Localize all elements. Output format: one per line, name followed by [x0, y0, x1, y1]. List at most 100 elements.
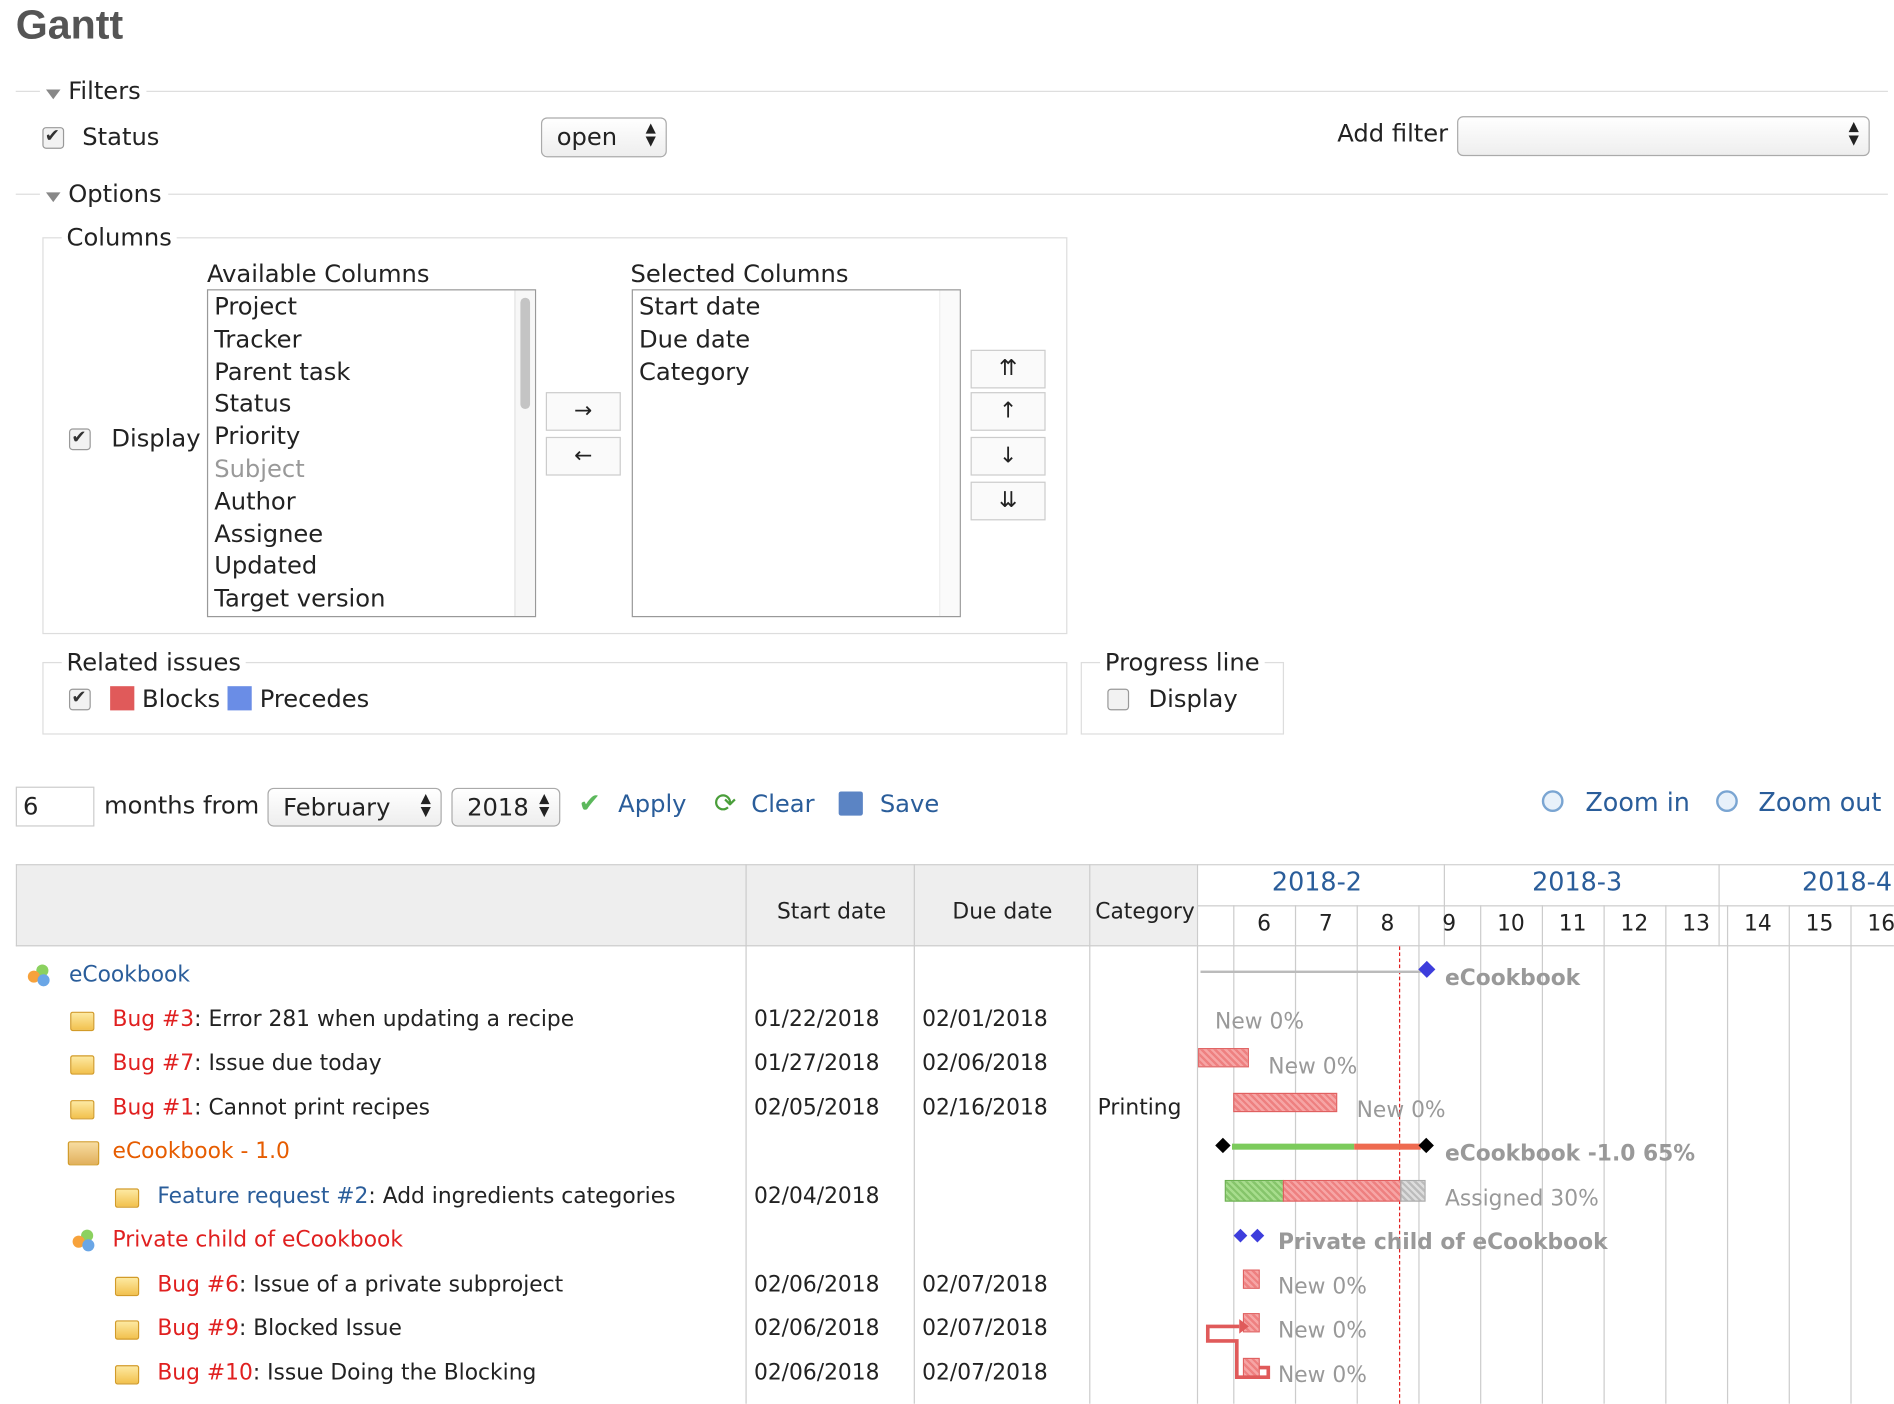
issue-number-link[interactable]: #10: [207, 1360, 253, 1385]
tracker-label[interactable]: Bug: [157, 1360, 207, 1385]
selected-columns-label: Selected Columns: [630, 258, 849, 289]
bar-label: Assigned 30%: [1444, 1185, 1599, 1212]
month-label: 2018-4: [1801, 867, 1893, 897]
list-item[interactable]: Priority: [208, 420, 535, 452]
week-label: 13: [1682, 911, 1710, 937]
issue-icon: [114, 1276, 140, 1296]
zoom-in-label: Zoom in: [1585, 787, 1690, 817]
tracker-label[interactable]: Bug: [113, 1050, 163, 1075]
week-label: 16: [1867, 911, 1894, 937]
issue-number-link[interactable]: #3: [162, 1006, 194, 1031]
collapse-triangle-icon: [45, 192, 61, 203]
month-select[interactable]: February ▲ ▼: [267, 787, 442, 827]
project-bar: [1200, 970, 1421, 974]
tracker-label[interactable]: Bug: [157, 1315, 207, 1340]
move-up-button[interactable]: ↑: [970, 392, 1046, 431]
issue-bar-done[interactable]: [1224, 1179, 1285, 1202]
related-issues-checkbox[interactable]: [68, 686, 91, 711]
week-label: 8: [1380, 911, 1395, 937]
today-line: [1398, 946, 1401, 1404]
apply-link[interactable]: ✔ Apply: [578, 789, 686, 819]
list-item[interactable]: Tracker: [208, 323, 535, 355]
row-start-date: 02/04/2018: [753, 1182, 880, 1209]
scrollbar[interactable]: [939, 290, 960, 616]
add-filter-select[interactable]: ▲ ▼: [1457, 116, 1870, 157]
select-arrows-icon: ▲ ▼: [1848, 118, 1859, 148]
options-legend: Options: [68, 179, 162, 209]
issue-number-link[interactable]: #1: [162, 1095, 194, 1120]
issue-icon: [114, 1320, 140, 1340]
issue-bar[interactable]: [1198, 1048, 1249, 1068]
issue-bar[interactable]: [1242, 1269, 1260, 1289]
week-label: 7: [1318, 911, 1333, 937]
row-title-link[interactable]: eCookbook: [69, 962, 190, 987]
months-input[interactable]: 6: [15, 786, 95, 827]
available-columns-list[interactable]: Project Tracker Parent task Status Prior…: [206, 289, 537, 618]
save-link[interactable]: Save: [838, 789, 939, 818]
list-item[interactable]: Due date: [633, 323, 960, 355]
move-left-button[interactable]: ←: [545, 436, 621, 476]
project-icon: [72, 1229, 95, 1252]
row-start-date: 02/06/2018: [753, 1359, 880, 1386]
status-filter-checkbox[interactable]: [42, 125, 65, 149]
move-top-button[interactable]: ⇈: [970, 349, 1046, 389]
scrollbar[interactable]: [514, 290, 535, 616]
year-select[interactable]: 2018 ▲ ▼: [451, 787, 561, 827]
list-item[interactable]: Parent task: [208, 355, 535, 387]
tracker-label[interactable]: Bug: [157, 1271, 207, 1296]
list-item[interactable]: Assignee: [208, 517, 535, 549]
list-item[interactable]: Subject: [208, 453, 535, 485]
list-item[interactable]: Target version: [208, 582, 535, 614]
week-label: 12: [1620, 911, 1649, 937]
list-item[interactable]: Start date: [633, 290, 960, 322]
tracker-label[interactable]: Bug: [113, 1006, 163, 1031]
project-icon: [27, 964, 50, 987]
row-start-date: 02/05/2018: [753, 1094, 880, 1121]
issue-bar-todo[interactable]: [1400, 1179, 1426, 1202]
month-select-value: February: [283, 792, 391, 822]
issue-bar[interactable]: [1233, 1092, 1338, 1113]
list-item[interactable]: Updated: [208, 550, 535, 582]
clear-label: Clear: [751, 789, 815, 819]
list-item[interactable]: Category: [633, 355, 960, 387]
tracker-label[interactable]: Bug: [113, 1095, 163, 1120]
options-toggle[interactable]: Options: [39, 179, 168, 209]
zoom-out-link[interactable]: Zoom out: [1716, 788, 1881, 817]
week-label: 10: [1497, 911, 1525, 937]
columns-legend: Columns: [61, 222, 177, 252]
status-operator-select[interactable]: open ▲ ▼: [540, 117, 667, 158]
filters-toggle[interactable]: Filters: [39, 76, 147, 106]
move-bottom-button[interactable]: ⇊: [970, 481, 1046, 521]
save-disk-icon: [838, 791, 863, 816]
issue-number-link[interactable]: #2: [336, 1183, 368, 1208]
zoom-in-link[interactable]: Zoom in: [1541, 787, 1690, 817]
clear-link[interactable]: ⟳ Clear: [714, 789, 815, 819]
progress-line-checkbox[interactable]: [1107, 688, 1130, 711]
gantt-table: Start date Due date Category 2018-2 2018…: [15, 864, 1894, 1404]
scrollbar-thumb[interactable]: [520, 297, 531, 410]
list-item[interactable]: Author: [208, 485, 535, 517]
move-down-button[interactable]: ↓: [970, 436, 1046, 476]
list-item[interactable]: Status: [208, 388, 535, 420]
zoom-out-label: Zoom out: [1758, 787, 1882, 817]
row-start-date: 02/06/2018: [753, 1271, 880, 1297]
table-row-label: Bug #10: Issue Doing the Blocking: [157, 1360, 536, 1385]
row-title-link[interactable]: Private child of eCookbook: [113, 1227, 403, 1252]
project-end-marker: [1418, 960, 1436, 978]
selected-columns-list[interactable]: Start date Due date Category: [631, 289, 961, 618]
list-item[interactable]: Project: [208, 290, 535, 322]
issue-number-link[interactable]: #9: [207, 1315, 239, 1340]
bar-label: New 0%: [1268, 1054, 1358, 1080]
week-label: 6: [1257, 911, 1271, 937]
display-columns-checkbox[interactable]: [68, 426, 91, 451]
tracker-label[interactable]: Feature request: [157, 1183, 336, 1208]
issue-subject: : Issue due today: [194, 1050, 382, 1076]
move-right-button[interactable]: →: [545, 392, 621, 431]
select-arrows-icon: ▲ ▼: [539, 790, 550, 820]
row-title-link[interactable]: eCookbook - 1.0: [113, 1139, 290, 1164]
issue-number-link[interactable]: #7: [162, 1050, 194, 1075]
issue-bar-late[interactable]: [1282, 1179, 1402, 1202]
week-label: 14: [1743, 911, 1772, 937]
issue-number-link[interactable]: #6: [207, 1271, 239, 1296]
month-label: 2018-2: [1271, 867, 1362, 897]
